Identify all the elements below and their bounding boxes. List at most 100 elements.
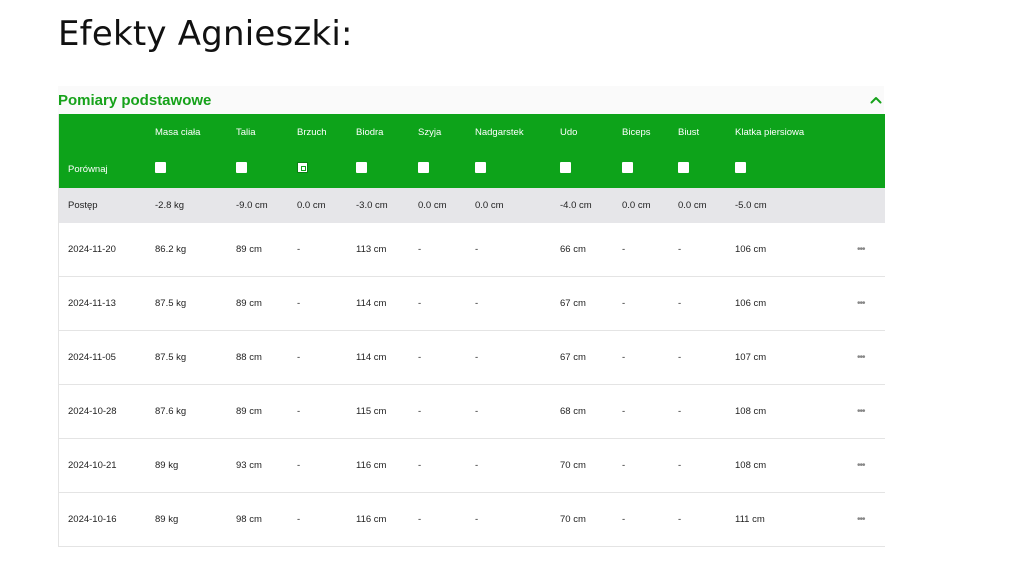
measurement-value: - bbox=[622, 438, 678, 493]
measurement-value: 87.5 kg bbox=[155, 276, 236, 331]
panel-title: Pomiary podstawowe bbox=[58, 91, 212, 109]
compare-checkbox-brzuch[interactable] bbox=[297, 162, 308, 173]
compare-checkbox-biceps[interactable] bbox=[622, 162, 633, 173]
column-header: Biceps bbox=[622, 114, 678, 150]
compare-label: Porównaj bbox=[59, 150, 155, 188]
column-header: Masa ciała bbox=[155, 114, 236, 150]
measurement-value: - bbox=[475, 330, 560, 385]
measurement-value: 114 cm bbox=[356, 330, 418, 385]
table-row: 2024-11-20 86.2 kg 89 cm -113 cm - -66 cm - -10… bbox=[59, 223, 885, 277]
measurement-value: - bbox=[418, 223, 475, 277]
table-row: 2024-11-05 87.5 kg 88 cm -114 cm - -67 cm - -10… bbox=[59, 330, 885, 385]
measurement-value: - bbox=[297, 492, 356, 547]
more-options-icon[interactable]: ••• bbox=[857, 460, 865, 471]
table-row: 2024-10-28 87.6 kg 89 cm -115 cm - -68 cm - -10… bbox=[59, 384, 885, 439]
row-date: 2024-11-20 bbox=[59, 223, 155, 277]
row-date: 2024-11-13 bbox=[59, 276, 155, 331]
progress-value: -5.0 cm bbox=[735, 188, 857, 223]
measurement-value: - bbox=[678, 276, 735, 331]
progress-value: -3.0 cm bbox=[356, 188, 418, 223]
measurement-value: 108 cm bbox=[735, 438, 857, 493]
column-header bbox=[59, 114, 155, 150]
more-options-icon[interactable]: ••• bbox=[857, 244, 865, 255]
progress-value: 0.0 cm bbox=[678, 188, 735, 223]
table-row: 2024-10-16 89 kg 98 cm -116 cm - -70 cm - -111 … bbox=[59, 492, 885, 547]
table-header-row: Masa ciała Talia Brzuch Biodra Szyja Nadgarst… bbox=[59, 114, 885, 150]
compare-checkbox-biodra[interactable] bbox=[356, 162, 367, 173]
measurement-value: 66 cm bbox=[560, 223, 622, 277]
column-header bbox=[857, 114, 885, 150]
measurement-value: 89 cm bbox=[236, 276, 297, 331]
measurement-value: 89 cm bbox=[236, 384, 297, 439]
compare-checkbox-biust[interactable] bbox=[678, 162, 689, 173]
measurement-value: - bbox=[418, 438, 475, 493]
measurement-value: - bbox=[678, 330, 735, 385]
compare-cell bbox=[155, 150, 236, 188]
compare-checkbox-szyja[interactable] bbox=[418, 162, 429, 173]
measurement-value: 67 cm bbox=[560, 330, 622, 385]
column-header: Klatka piersiowa bbox=[735, 114, 857, 150]
row-actions-cell: ••• bbox=[857, 384, 885, 439]
measurement-value: 87.6 kg bbox=[155, 384, 236, 439]
measurements-table: Masa ciała Talia Brzuch Biodra Szyja Nadgarst… bbox=[59, 114, 885, 547]
more-options-icon[interactable]: ••• bbox=[857, 352, 865, 363]
more-options-icon[interactable]: ••• bbox=[857, 514, 865, 525]
measurement-value: 115 cm bbox=[356, 384, 418, 439]
progress-value: 0.0 cm bbox=[475, 188, 560, 223]
more-options-icon[interactable]: ••• bbox=[857, 406, 865, 417]
measurement-value: - bbox=[622, 276, 678, 331]
measurement-value: 113 cm bbox=[356, 223, 418, 277]
measurement-value: 108 cm bbox=[735, 384, 857, 439]
measurement-value: - bbox=[475, 384, 560, 439]
compare-cell bbox=[622, 150, 678, 188]
measurement-value: - bbox=[678, 223, 735, 277]
measurement-value: 86.2 kg bbox=[155, 223, 236, 277]
compare-cell bbox=[236, 150, 297, 188]
compare-cell bbox=[297, 150, 356, 188]
measurement-value: - bbox=[297, 276, 356, 331]
measurement-value: 93 cm bbox=[236, 438, 297, 493]
progress-value: -9.0 cm bbox=[236, 188, 297, 223]
progress-value: 0.0 cm bbox=[622, 188, 678, 223]
compare-checkbox-masa-ciała[interactable] bbox=[155, 162, 166, 173]
column-header: Udo bbox=[560, 114, 622, 150]
measurement-value: - bbox=[418, 384, 475, 439]
table-row: 2024-11-13 87.5 kg 89 cm -114 cm - -67 cm - -10… bbox=[59, 276, 885, 331]
compare-cell bbox=[356, 150, 418, 188]
compare-checkbox-talia[interactable] bbox=[236, 162, 247, 173]
empty-cell bbox=[857, 188, 885, 223]
column-header: Biust bbox=[678, 114, 735, 150]
slide-title: Efekty Agnieszki: bbox=[58, 14, 353, 54]
progress-value: 0.0 cm bbox=[418, 188, 475, 223]
progress-value: -4.0 cm bbox=[560, 188, 622, 223]
measurement-value: - bbox=[622, 384, 678, 439]
row-actions-cell: ••• bbox=[857, 438, 885, 493]
compare-checkbox-klatka-piersiowa[interactable] bbox=[735, 162, 746, 173]
measurement-value: - bbox=[475, 223, 560, 277]
compare-checkbox-udo[interactable] bbox=[560, 162, 571, 173]
compare-checkbox-nadgarstek[interactable] bbox=[475, 162, 486, 173]
measurement-value: - bbox=[297, 438, 356, 493]
measurement-value: - bbox=[418, 330, 475, 385]
measurement-value: 89 kg bbox=[155, 438, 236, 493]
compare-cell bbox=[678, 150, 735, 188]
compare-cell bbox=[475, 150, 560, 188]
measurement-value: - bbox=[297, 223, 356, 277]
panel-header[interactable]: Pomiary podstawowe bbox=[58, 86, 884, 114]
column-header: Nadgarstek bbox=[475, 114, 560, 150]
measurement-value: - bbox=[475, 492, 560, 547]
measurement-value: 116 cm bbox=[356, 438, 418, 493]
measurement-value: - bbox=[297, 384, 356, 439]
measurement-value: - bbox=[297, 330, 356, 385]
progress-value: 0.0 cm bbox=[297, 188, 356, 223]
measurement-value: - bbox=[622, 492, 678, 547]
more-options-icon[interactable]: ••• bbox=[857, 298, 865, 309]
column-header: Brzuch bbox=[297, 114, 356, 150]
row-date: 2024-10-16 bbox=[59, 492, 155, 547]
measurement-value: 70 cm bbox=[560, 438, 622, 493]
measurement-value: 67 cm bbox=[560, 276, 622, 331]
collapse-button[interactable] bbox=[866, 90, 886, 110]
measurement-value: 106 cm bbox=[735, 223, 857, 277]
measurement-value: 107 cm bbox=[735, 330, 857, 385]
column-header: Talia bbox=[236, 114, 297, 150]
